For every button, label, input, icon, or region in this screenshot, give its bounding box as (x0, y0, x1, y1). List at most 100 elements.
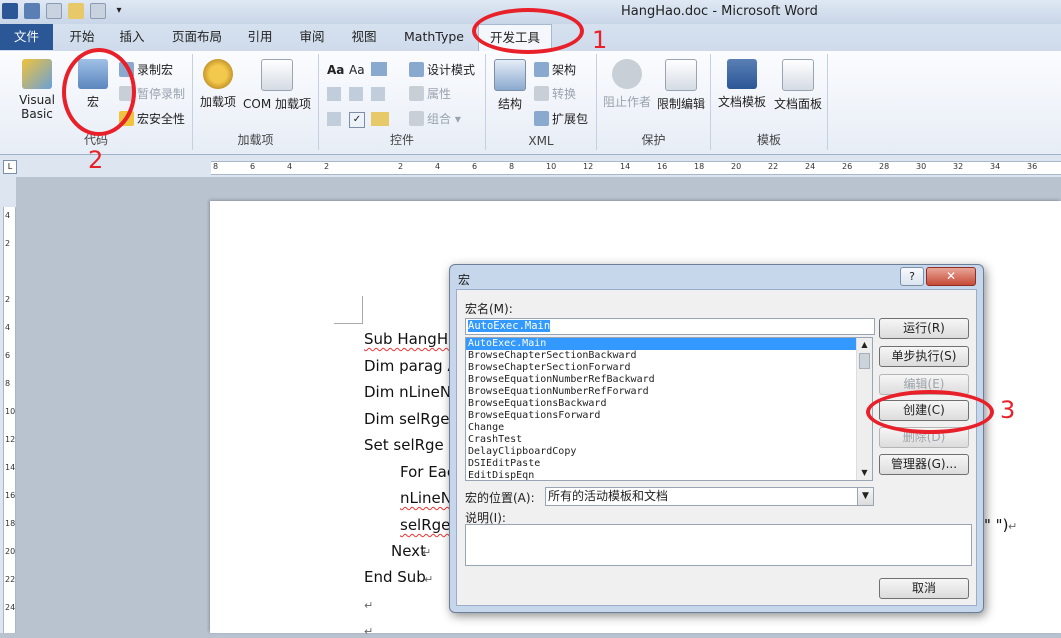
combo-box-icon[interactable] (349, 87, 363, 101)
annotation-ring-developer-tab (472, 8, 584, 54)
group-button[interactable]: 组合 ▾ (409, 109, 461, 129)
dialog-title: 宏 (458, 273, 471, 287)
vertical-ruler-number: 2 (5, 295, 11, 304)
tab-home[interactable]: 开始 (62, 24, 102, 50)
design-mode-button[interactable]: 设计模式 (409, 60, 475, 80)
list-item[interactable]: BrowseEquationsForward (466, 410, 872, 422)
plain-text-control[interactable]: Aa (349, 60, 365, 80)
run-button[interactable]: 运行(R) (879, 318, 969, 339)
tab-review[interactable]: 审阅 (292, 24, 332, 50)
com-addins-button[interactable]: COM 加载项 (241, 59, 313, 112)
vertical-ruler-number: 16 (5, 491, 16, 500)
ruler-number: 4 (287, 162, 293, 171)
schema-button[interactable]: 架构 (534, 60, 576, 80)
code-line-1: Sub HangHa (364, 330, 458, 348)
list-item[interactable]: BrowseEquationNumberRefForward (466, 386, 872, 398)
building-block-icon[interactable] (327, 87, 341, 101)
list-item[interactable]: BrowseChapterSectionForward (466, 362, 872, 374)
document-icon[interactable] (90, 3, 106, 19)
code-line-8: selRge (400, 516, 451, 534)
group-controls: Aa Aa ✓ 设计模式 属性 组合 ▾ 控件 (319, 54, 486, 150)
block-authors-button[interactable]: 阻止作者 (601, 59, 653, 110)
list-item[interactable]: Change (466, 422, 872, 434)
visual-basic-label: Visual Basic (19, 93, 55, 121)
location-select[interactable]: 所有的活动模板和文档 ▼ (545, 487, 874, 506)
transform-icon (534, 86, 549, 101)
tab-file[interactable]: 文件 (0, 24, 53, 50)
word-logo-icon[interactable] (2, 3, 18, 19)
vertical-ruler-number: 6 (5, 351, 11, 360)
vertical-ruler-number: 22 (5, 575, 16, 584)
list-item[interactable]: DSIEditPaste (466, 458, 872, 470)
structure-button[interactable]: 结构 (492, 59, 528, 112)
document-template-icon (727, 59, 757, 89)
code-line-7: nLineN (400, 489, 452, 507)
scroll-thumb[interactable] (859, 353, 870, 369)
properties-button[interactable]: 属性 (409, 84, 451, 104)
vertical-ruler-number: 8 (5, 379, 11, 388)
picture-control-icon[interactable] (371, 62, 387, 76)
list-item[interactable]: EditDispEqn (466, 470, 872, 480)
customize-qa-icon[interactable]: ▾ (114, 3, 124, 19)
list-item[interactable]: BrowseChapterSectionBackward (466, 350, 872, 362)
addins-button[interactable]: 加载项 (198, 59, 238, 110)
tab-references[interactable]: 引用 (240, 24, 280, 50)
group-addins-label: 加载项 (237, 133, 274, 147)
cancel-button[interactable]: 取消 (879, 578, 969, 599)
expansion-pack-icon (534, 111, 549, 126)
checkbox-icon[interactable]: ✓ (349, 112, 365, 128)
list-item[interactable]: AutoExec.Main (466, 338, 856, 350)
save-icon[interactable] (24, 3, 40, 19)
dropdown-list-icon[interactable] (371, 87, 385, 101)
expansion-pack-button[interactable]: 扩展包 (534, 109, 588, 129)
scroll-down-icon[interactable]: ▼ (857, 466, 872, 480)
macro-security-label: 宏安全性 (137, 112, 186, 126)
transform-label: 转换 (552, 87, 577, 101)
transform-button[interactable]: 转换 (534, 84, 576, 104)
print-preview-icon[interactable] (46, 3, 62, 19)
close-button[interactable]: ✕ (926, 267, 976, 286)
annotation-number-3: 3 (1000, 396, 1016, 424)
macro-name-input[interactable]: AutoExec.Main (465, 318, 875, 335)
organizer-button[interactable]: 管理器(G)... (879, 454, 969, 475)
vertical-ruler-number: 4 (5, 323, 11, 332)
tab-insert[interactable]: 插入 (112, 24, 152, 50)
document-panel-button[interactable]: 文档面板 (771, 59, 825, 112)
rich-text-control[interactable]: Aa (327, 60, 344, 80)
date-picker-icon[interactable] (327, 112, 341, 126)
scroll-up-icon[interactable]: ▲ (857, 338, 872, 352)
list-item[interactable]: BrowseEquationNumberRefBackward (466, 374, 872, 386)
macro-list[interactable]: AutoExec.Main BrowseChapterSectionBackwa… (465, 337, 873, 481)
annotation-ring-create (866, 390, 994, 434)
annotation-number-1: 1 (592, 26, 608, 54)
design-mode-label: 设计模式 (427, 63, 476, 77)
code-line-10: End Sub (364, 568, 426, 586)
legacy-tools-icon[interactable] (371, 112, 389, 126)
edit-icon[interactable] (68, 3, 84, 19)
help-button[interactable]: ? (900, 267, 924, 286)
macros-dialog: 宏 ? ✕ 宏名(M): AutoExec.Main AutoExec.Main… (449, 264, 984, 613)
tab-selector-icon[interactable]: L (3, 160, 17, 174)
properties-label: 属性 (427, 87, 452, 101)
tab-page-layout[interactable]: 页面布局 (166, 24, 228, 50)
location-label: 宏的位置(A): (465, 491, 535, 505)
vertical-ruler[interactable]: 4 2 2 4 6 8 10 12 14 16 18 20 22 24 (0, 177, 16, 633)
pause-recording-label: 暂停录制 (137, 87, 186, 101)
ruler-number: 4 (435, 162, 441, 171)
tab-view[interactable]: 视图 (344, 24, 384, 50)
tab-mathtype[interactable]: MathType (398, 24, 470, 50)
ruler-number: 26 (842, 162, 853, 171)
list-item[interactable]: CrashTest (466, 434, 872, 446)
list-item[interactable]: DelayClipboardCopy (466, 446, 872, 458)
ruler-number: 14 (620, 162, 631, 171)
annotation-number-2: 2 (88, 146, 104, 174)
restrict-editing-button[interactable]: 限制编辑 (655, 59, 707, 112)
list-item[interactable]: BrowseEquationsBackward (466, 398, 872, 410)
chevron-down-icon[interactable]: ▼ (857, 488, 873, 505)
ruler-number: 6 (250, 162, 256, 171)
document-template-button[interactable]: 文档模板 (715, 59, 769, 110)
step-into-button[interactable]: 单步执行(S) (879, 346, 969, 367)
plain-text-label: Aa (349, 63, 365, 77)
paragraph-mark: ↵ (422, 546, 432, 559)
horizontal-ruler[interactable]: L 86422468101214161820222426283032343638 (0, 155, 1061, 178)
